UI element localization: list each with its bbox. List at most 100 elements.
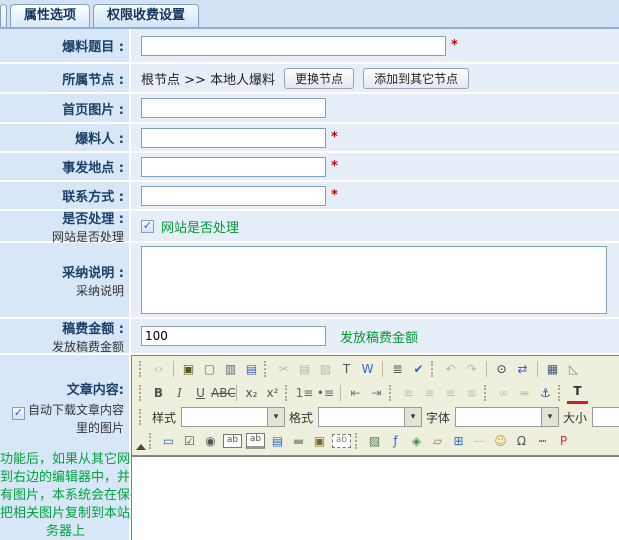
new-page-icon[interactable]: ▢ <box>199 359 220 379</box>
fee-label: 稿费金额 : <box>62 318 124 337</box>
underline-icon[interactable]: U <box>190 383 211 403</box>
paste-icon[interactable]: ▨ <box>315 359 336 379</box>
toolbar-grip <box>139 409 144 425</box>
toolbar-grip <box>285 385 290 401</box>
select-all-icon[interactable]: ▦ <box>542 359 563 379</box>
indent-icon[interactable]: ⇥ <box>366 383 387 403</box>
title-input[interactable] <box>141 36 446 56</box>
adoption-textarea[interactable] <box>141 246 607 314</box>
paste-word-icon[interactable]: W <box>357 359 378 379</box>
special-char-icon[interactable]: Ω <box>511 431 532 451</box>
change-node-button[interactable]: 更换节点 <box>284 68 354 89</box>
image-map-icon[interactable]: ◈ <box>406 431 427 451</box>
remove-format-icon[interactable]: ◺ <box>563 359 584 379</box>
toolbar-collapse-button[interactable] <box>135 442 146 452</box>
print-icon[interactable]: ≣ <box>387 359 408 379</box>
save-icon[interactable]: ▣ <box>178 359 199 379</box>
article-edit-page: 属性选项 权限收费设置 爆料题目 : * 所属节点 : 根节点 >> 本地人爆料… <box>0 0 619 540</box>
image-button-icon[interactable]: ▣ <box>309 431 330 451</box>
align-right-icon[interactable]: ≡ <box>440 383 461 403</box>
find-icon[interactable]: ⊙ <box>491 359 512 379</box>
link-icon[interactable]: ∞ <box>493 383 514 403</box>
toolbar-grip <box>264 361 269 377</box>
anchor-icon[interactable]: ⚓ <box>535 383 556 403</box>
tab-properties-label: 属性选项 <box>24 8 76 23</box>
templates-icon[interactable]: ▤ <box>241 359 262 379</box>
chevron-down-icon: ▾ <box>541 408 558 426</box>
table-icon[interactable]: ⊞ <box>448 431 469 451</box>
toolbar-grip <box>431 361 436 377</box>
outdent-icon[interactable]: ⇤ <box>345 383 366 403</box>
hidden-field-icon[interactable]: ab <box>332 434 351 448</box>
location-input[interactable] <box>141 157 326 177</box>
form-row-reporter: 爆料人 : * <box>0 124 619 153</box>
reporter-input[interactable] <box>141 128 326 148</box>
paste-text-icon[interactable]: T <box>336 359 357 379</box>
bulleted-list-icon[interactable]: •≡ <box>315 383 336 403</box>
required-asterisk: * <box>331 159 338 174</box>
format-select[interactable]: ▾ <box>318 407 422 427</box>
form-icon[interactable]: ▭ <box>158 431 179 451</box>
add-to-other-node-button[interactable]: 添加到其它节点 <box>363 68 469 89</box>
handled-checkbox[interactable]: ✓ <box>141 220 154 233</box>
tab-partial[interactable] <box>0 4 7 27</box>
adoption-sublabel: 采纳说明 <box>76 282 124 299</box>
button-field-icon[interactable]: ▬ <box>288 431 309 451</box>
redo-icon[interactable]: ↷ <box>461 359 482 379</box>
reporter-label: 爆料人 : <box>75 128 124 147</box>
select-field-icon[interactable]: ▤ <box>267 431 288 451</box>
replace-icon[interactable]: ⇄ <box>512 359 533 379</box>
text-field-icon[interactable]: ab <box>223 434 242 448</box>
toolbar-separator <box>340 385 341 401</box>
checkbox-field-icon[interactable]: ☑ <box>179 431 200 451</box>
collapse-arrow-icon <box>136 444 146 450</box>
toolbar-grip <box>139 361 144 377</box>
horizontal-rule-icon[interactable]: — <box>469 431 490 451</box>
align-center-icon[interactable]: ≡ <box>419 383 440 403</box>
preview-icon[interactable]: ▥ <box>220 359 241 379</box>
fee-input[interactable] <box>141 326 326 346</box>
help-line: 把相关图片复制到本站服 <box>0 505 131 523</box>
form-row-home-image: 首页图片 : <box>0 94 619 124</box>
toolbar-grip <box>484 385 489 401</box>
spellcheck-icon[interactable]: ✔ <box>408 359 429 379</box>
textarea-field-icon[interactable]: ab <box>246 433 265 449</box>
home-image-input[interactable] <box>141 98 326 118</box>
radio-field-icon[interactable]: ◉ <box>200 431 221 451</box>
toolbar-grip <box>389 385 394 401</box>
contact-input[interactable] <box>141 186 326 206</box>
align-justify-icon[interactable]: ≡ <box>461 383 482 403</box>
font-label: 字体 <box>426 409 450 426</box>
size-select[interactable]: ▾ <box>592 407 619 427</box>
toolbar-separator <box>382 361 383 377</box>
smiley-icon[interactable]: ☺ <box>490 431 511 451</box>
flash-icon[interactable]: ƒ <box>385 431 406 451</box>
text-color-icon[interactable]: T <box>567 384 588 404</box>
italic-icon[interactable]: I <box>169 383 190 403</box>
paragraph-format-icon[interactable]: P <box>553 431 574 451</box>
tab-properties[interactable]: 属性选项 <box>10 4 90 27</box>
align-left-icon[interactable]: ≡ <box>398 383 419 403</box>
unlink-icon[interactable]: ∞ <box>514 383 535 403</box>
image-icon[interactable]: ▨ <box>364 431 385 451</box>
fee-hint: 发放稿费金额 <box>340 327 418 346</box>
editor-content-area[interactable] <box>132 456 619 540</box>
page-break-icon[interactable]: ┉ <box>532 431 553 451</box>
media-icon[interactable]: ▱ <box>427 431 448 451</box>
auto-download-checkbox[interactable]: ✓ <box>12 407 25 420</box>
copy-icon[interactable]: ▤ <box>294 359 315 379</box>
style-select[interactable]: ▾ <box>181 407 285 427</box>
font-select[interactable]: ▾ <box>455 407 559 427</box>
cut-icon[interactable]: ✂ <box>273 359 294 379</box>
strikethrough-icon[interactable]: ABC <box>211 383 232 403</box>
subscript-icon[interactable]: x₂ <box>241 383 262 403</box>
superscript-icon[interactable]: x² <box>262 383 283 403</box>
handled-sublabel: 网站是否处理 <box>52 228 124 245</box>
toolbar-separator <box>236 385 237 401</box>
numbered-list-icon[interactable]: 1≡ <box>294 383 315 403</box>
tab-permission-fee[interactable]: 权限收费设置 <box>93 4 199 27</box>
undo-icon[interactable]: ↶ <box>440 359 461 379</box>
bold-icon[interactable]: B <box>148 383 169 403</box>
source-icon[interactable]: ‹› <box>148 359 169 379</box>
toolbar-grip <box>149 433 154 449</box>
